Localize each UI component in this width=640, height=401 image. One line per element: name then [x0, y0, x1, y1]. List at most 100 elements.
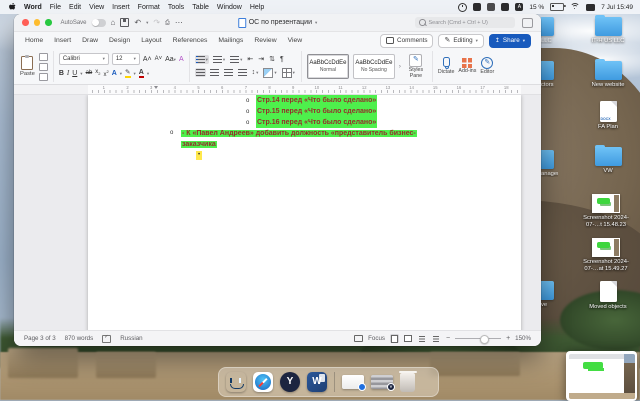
- finder-dock-icon[interactable]: [226, 372, 246, 392]
- desktop-icon-file[interactable]: Moved objects: [582, 281, 634, 311]
- align-right-button[interactable]: [223, 68, 234, 77]
- style-no-spacing[interactable]: AaBbCcDdEe No Spacing: [353, 54, 395, 79]
- ribbon-tab[interactable]: Home: [24, 35, 44, 46]
- multilevel-list-button[interactable]: ▾: [229, 55, 243, 64]
- show-paragraph-marks-button[interactable]: ¶: [279, 55, 285, 65]
- menubar-app-name[interactable]: Word: [24, 4, 42, 11]
- ribbon-tab[interactable]: Insert: [53, 35, 72, 46]
- justify-button[interactable]: [237, 68, 248, 77]
- zoom-button[interactable]: [45, 19, 52, 26]
- word-count[interactable]: 870 words: [65, 335, 94, 342]
- ribbon-tab[interactable]: Review: [253, 35, 277, 46]
- align-center-button[interactable]: [209, 68, 220, 77]
- list-item[interactable]: o Стр.15 перед «Что было сделано»: [246, 106, 377, 117]
- search-input[interactable]: Search (Cmd + Ctrl + U): [415, 17, 515, 28]
- style-normal[interactable]: AaBbCcDdEe Normal: [307, 54, 349, 79]
- safari-dock-icon[interactable]: [253, 372, 273, 392]
- menubar-item[interactable]: Tools: [168, 4, 184, 11]
- zoom-slider-knob[interactable]: [480, 335, 489, 344]
- window-share-icon[interactable]: [522, 18, 533, 28]
- copy-icon[interactable]: [39, 63, 48, 71]
- line-spacing-button[interactable]: ↕▾: [251, 68, 260, 78]
- minimize-button[interactable]: [34, 19, 41, 26]
- paste-button[interactable]: Paste: [20, 56, 35, 77]
- desktop-icon-partial[interactable]: LLC: [541, 17, 558, 44]
- menubar-item[interactable]: Format: [138, 4, 160, 11]
- list-item[interactable]: o Стр.14 перед «Что было сделано»: [246, 95, 377, 106]
- tracked-change-text[interactable]: - К «Павел Андреев» добавить должность «…: [181, 128, 426, 150]
- ribbon-tab[interactable]: Layout: [140, 35, 162, 46]
- menubar-item[interactable]: Table: [192, 4, 209, 11]
- clock-icon[interactable]: [458, 3, 467, 12]
- print-icon[interactable]: ⎙: [165, 18, 170, 28]
- home-icon[interactable]: ⌂: [111, 18, 116, 28]
- menubar-status-icon[interactable]: [487, 3, 495, 11]
- ribbon-tab[interactable]: Draw: [81, 35, 99, 46]
- font-name-select[interactable]: Calibri ▾: [59, 53, 109, 65]
- close-button[interactable]: [22, 19, 29, 26]
- tracked-change-text[interactable]: Стр.14 перед «Что было сделано»: [256, 95, 377, 106]
- outline-view-button[interactable]: [418, 334, 427, 343]
- desktop-icon-folder[interactable]: VW: [582, 147, 634, 175]
- ribbon-tab[interactable]: View: [287, 35, 304, 46]
- minimized-document-dock-icon[interactable]: [342, 375, 364, 389]
- zoom-in-icon[interactable]: +: [506, 335, 510, 342]
- editing-mode-button[interactable]: ✎ Editing ▾: [438, 34, 483, 48]
- focus-label[interactable]: Focus: [368, 335, 385, 342]
- font-color-button[interactable]: A: [139, 69, 144, 78]
- zoom-percentage[interactable]: 150%: [515, 335, 531, 342]
- desktop-icon-screenshot[interactable]: Screenshot 2024-07-…t 15.48.23: [580, 194, 632, 228]
- dictate-button[interactable]: Dictate: [438, 57, 455, 76]
- styles-gallery-arrow-icon[interactable]: ›: [399, 64, 401, 70]
- menubar-item[interactable]: Insert: [112, 4, 130, 11]
- list-item[interactable]: o Стр.16 перед «Что было сделано»: [246, 117, 377, 128]
- menubar-item[interactable]: Help: [250, 4, 264, 11]
- zoom-out-icon[interactable]: −: [446, 335, 450, 342]
- sort-button[interactable]: ⇅: [268, 55, 276, 65]
- minimized-window-dock-icon[interactable]: Y: [371, 375, 393, 389]
- shrink-font-button[interactable]: A˅: [155, 55, 163, 64]
- apple-menu-icon[interactable]: [9, 3, 16, 11]
- undo-icon[interactable]: ↶: [134, 18, 141, 28]
- menubar-status-icon[interactable]: [501, 3, 509, 11]
- borders-button[interactable]: ▾: [281, 67, 296, 79]
- yandex-browser-dock-icon[interactable]: Y: [280, 372, 300, 392]
- format-painter-icon[interactable]: [39, 73, 48, 81]
- superscript-button[interactable]: x2: [103, 67, 108, 80]
- underline-caret-icon[interactable]: ▾: [80, 71, 82, 77]
- text-effects-caret-icon[interactable]: ▾: [120, 71, 122, 77]
- indent-marker[interactable]: [154, 86, 158, 91]
- print-layout-view-button[interactable]: [390, 334, 399, 343]
- desktop-icon-partial[interactable]: ve: [541, 281, 558, 308]
- increase-indent-button[interactable]: ⇥: [257, 55, 265, 65]
- keyboard-input-icon[interactable]: [586, 4, 595, 11]
- web-layout-view-button[interactable]: [404, 334, 413, 343]
- undo-caret-icon[interactable]: ▾: [146, 20, 148, 26]
- desktop-icon-screenshot[interactable]: Screenshot 2024-07-…at 15.49.27: [580, 238, 632, 272]
- grow-font-button[interactable]: A˄: [143, 55, 152, 64]
- desktop-icon-partial[interactable]: anager: [541, 150, 558, 177]
- battery-icon[interactable]: [550, 3, 564, 11]
- menubar-clock[interactable]: 7 Jul 15:49: [601, 4, 633, 11]
- menubar-item[interactable]: File: [50, 4, 61, 11]
- trash-dock-icon[interactable]: [400, 373, 415, 392]
- numbering-button[interactable]: ▾: [212, 55, 226, 64]
- cursor-bullet[interactable]: •: [196, 151, 202, 160]
- save-icon[interactable]: [120, 18, 129, 27]
- desktop-icon-folder[interactable]: New website: [582, 61, 634, 89]
- cut-icon[interactable]: [39, 53, 48, 61]
- font-color-caret-icon[interactable]: ▾: [147, 71, 149, 77]
- tracked-change-text[interactable]: Стр.15 перед «Что было сделано»: [256, 106, 377, 117]
- bullet-list-level2[interactable]: o Стр.14 перед «Что было сделано» o Стр.…: [246, 95, 377, 128]
- ribbon-tab[interactable]: References: [172, 35, 209, 46]
- text-effects-button[interactable]: A: [112, 69, 117, 78]
- screenshot-preview-thumbnail[interactable]: [566, 351, 637, 401]
- align-left-button[interactable]: [195, 68, 206, 77]
- clear-formatting-button[interactable]: A: [179, 55, 184, 64]
- menubar-item[interactable]: Window: [217, 4, 242, 11]
- menubar-item[interactable]: Edit: [69, 4, 81, 11]
- word-dock-icon[interactable]: W: [307, 372, 327, 392]
- more-icon[interactable]: ⋯: [175, 18, 183, 28]
- subscript-button[interactable]: x2: [95, 68, 100, 78]
- editor-button[interactable]: ✎ Editor: [480, 57, 494, 76]
